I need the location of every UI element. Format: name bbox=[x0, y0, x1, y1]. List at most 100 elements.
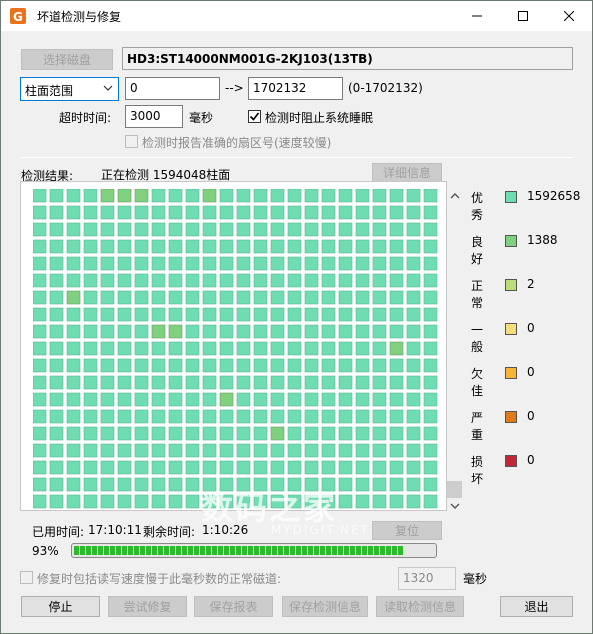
grid-cell bbox=[321, 256, 336, 271]
grid-cell bbox=[304, 392, 319, 407]
scroll-up-icon[interactable] bbox=[447, 189, 463, 203]
grid-cell bbox=[406, 222, 421, 237]
legend-count: 1592658 bbox=[527, 189, 581, 203]
grid-cell bbox=[236, 392, 251, 407]
grid-cell bbox=[253, 290, 268, 305]
try-repair-button[interactable]: 尝试修复 bbox=[108, 596, 187, 617]
grid-cell bbox=[202, 341, 217, 356]
stop-button[interactable]: 停止 bbox=[21, 596, 100, 617]
repair-slow-checkbox[interactable] bbox=[20, 571, 33, 584]
grid-cell bbox=[168, 189, 183, 203]
grid-cell bbox=[168, 443, 183, 458]
grid-cell bbox=[66, 426, 81, 441]
prevent-sleep-checkbox[interactable] bbox=[248, 110, 261, 123]
grid-cell bbox=[236, 409, 251, 424]
grid-cell bbox=[185, 426, 200, 441]
progress-segment bbox=[152, 546, 157, 555]
legend-count: 1388 bbox=[527, 233, 558, 247]
progress-segment bbox=[92, 546, 97, 555]
grid-cell bbox=[168, 324, 183, 339]
grid-cell bbox=[100, 307, 115, 322]
report-sector-checkbox[interactable] bbox=[125, 135, 138, 148]
grid-cell bbox=[49, 222, 64, 237]
grid-cell bbox=[236, 256, 251, 271]
grid-cell bbox=[270, 205, 285, 220]
grid-cell bbox=[355, 273, 370, 288]
grid-cell bbox=[66, 273, 81, 288]
progress-segment bbox=[278, 546, 283, 555]
grid-cell bbox=[202, 239, 217, 254]
progress-segment bbox=[386, 546, 391, 555]
grid-cell bbox=[83, 222, 98, 237]
grid-cell bbox=[236, 341, 251, 356]
close-icon bbox=[564, 11, 574, 21]
grid-scrollbar[interactable] bbox=[447, 189, 463, 511]
grid-cell bbox=[49, 443, 64, 458]
grid-cell bbox=[117, 426, 132, 441]
progress-segment bbox=[212, 546, 217, 555]
grid-cell bbox=[406, 341, 421, 356]
progress-segment bbox=[128, 546, 133, 555]
range-start-input[interactable]: 0 bbox=[125, 77, 220, 100]
grid-cell bbox=[355, 358, 370, 373]
grid-cell bbox=[83, 375, 98, 390]
grid-cell bbox=[202, 409, 217, 424]
grid-cell bbox=[321, 409, 336, 424]
grid-cell bbox=[355, 256, 370, 271]
grid-cell bbox=[83, 426, 98, 441]
reset-button[interactable]: 复位 bbox=[372, 521, 442, 540]
close-button[interactable] bbox=[546, 1, 592, 31]
repair-ms-input[interactable]: 1320 bbox=[398, 567, 456, 590]
grid-cell bbox=[338, 273, 353, 288]
grid-cell bbox=[185, 290, 200, 305]
grid-cell bbox=[151, 189, 166, 203]
legend-count: 0 bbox=[527, 453, 535, 467]
grid-cell bbox=[304, 189, 319, 203]
grid-cell bbox=[33, 256, 47, 271]
grid-cell bbox=[253, 273, 268, 288]
save-info-button[interactable]: 保存检测信息 bbox=[282, 596, 368, 617]
minimize-button[interactable] bbox=[454, 1, 500, 31]
grid-cell bbox=[338, 494, 353, 509]
grid-cell bbox=[83, 189, 98, 203]
grid-cell bbox=[304, 358, 319, 373]
grid-cell bbox=[423, 239, 438, 254]
grid-cell bbox=[372, 307, 387, 322]
grid-cell bbox=[338, 205, 353, 220]
grid-cell bbox=[236, 189, 251, 203]
grid-cell bbox=[355, 426, 370, 441]
load-info-button[interactable]: 读取检测信息 bbox=[376, 596, 464, 617]
grid-cell bbox=[117, 290, 132, 305]
maximize-button[interactable] bbox=[500, 1, 546, 31]
timeout-label: 超时时间: bbox=[59, 111, 112, 125]
grid-cell bbox=[134, 222, 149, 237]
details-button[interactable]: 详细信息 bbox=[372, 163, 442, 182]
grid-cell bbox=[33, 341, 47, 356]
timeout-input[interactable]: 3000 bbox=[125, 105, 183, 128]
scroll-thumb[interactable] bbox=[447, 481, 462, 498]
progress-segment bbox=[326, 546, 331, 555]
range-mode-select[interactable]: 柱面范围 bbox=[20, 77, 119, 101]
select-disk-button[interactable]: 选择磁盘 bbox=[21, 49, 113, 70]
grid-cell bbox=[168, 307, 183, 322]
grid-cell bbox=[321, 341, 336, 356]
grid-cell bbox=[49, 189, 64, 203]
progress-segment bbox=[200, 546, 205, 555]
save-report-button[interactable]: 保存报表 bbox=[194, 596, 273, 617]
grid-cell bbox=[270, 341, 285, 356]
grid-cell bbox=[236, 324, 251, 339]
grid-cell bbox=[423, 222, 438, 237]
exit-button[interactable]: 退出 bbox=[500, 596, 573, 617]
range-end-input[interactable]: 1702132 bbox=[248, 77, 343, 100]
app-icon: G bbox=[10, 8, 26, 24]
grid-cell bbox=[406, 477, 421, 492]
scroll-down-icon[interactable] bbox=[447, 499, 463, 513]
grid-cell bbox=[270, 426, 285, 441]
grid-cell bbox=[406, 324, 421, 339]
grid-cell bbox=[389, 426, 404, 441]
grid-cell bbox=[304, 460, 319, 475]
grid-cell bbox=[389, 189, 404, 203]
progress-segment bbox=[110, 546, 115, 555]
grid-cell bbox=[406, 256, 421, 271]
grid-cell bbox=[168, 426, 183, 441]
